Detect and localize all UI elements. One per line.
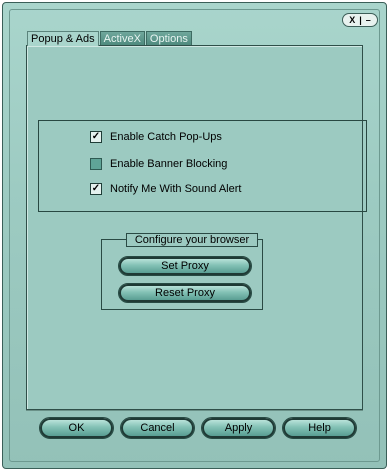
- reset-proxy-button[interactable]: Reset Proxy: [118, 283, 252, 303]
- apply-button[interactable]: Apply: [201, 417, 276, 439]
- option-sound-alert[interactable]: ✓ Notify Me With Sound Alert: [90, 182, 241, 196]
- tab-activex[interactable]: ActiveX: [99, 31, 145, 46]
- tab-popup-ads[interactable]: Popup & Ads: [27, 31, 99, 46]
- help-button[interactable]: Help: [282, 417, 357, 439]
- tab-panel: [26, 45, 363, 410]
- cancel-button[interactable]: Cancel: [120, 417, 195, 439]
- option-label: Enable Catch Pop-Ups: [110, 131, 222, 143]
- option-catch-popups[interactable]: ✓ Enable Catch Pop-Ups: [90, 130, 222, 144]
- checkbox-banner-blocking[interactable]: [90, 158, 102, 170]
- close-icon[interactable]: X: [347, 14, 357, 26]
- option-label: Enable Banner Blocking: [110, 158, 228, 170]
- divider: [26, 410, 363, 411]
- minimize-icon[interactable]: –: [364, 14, 373, 26]
- tab-options[interactable]: Options: [145, 31, 192, 46]
- browser-config-title: Configure your browser: [126, 233, 258, 247]
- checkbox-catch-popups[interactable]: ✓: [90, 131, 102, 143]
- option-label: Notify Me With Sound Alert: [110, 183, 242, 195]
- set-proxy-button[interactable]: Set Proxy: [118, 256, 252, 276]
- window-controls[interactable]: X | –: [342, 13, 378, 27]
- option-banner-blocking[interactable]: Enable Banner Blocking: [90, 157, 227, 171]
- checkbox-sound-alert[interactable]: ✓: [90, 183, 102, 195]
- tab-bar: Popup & Ads ActiveX Options: [27, 31, 192, 46]
- ok-button[interactable]: OK: [39, 417, 114, 439]
